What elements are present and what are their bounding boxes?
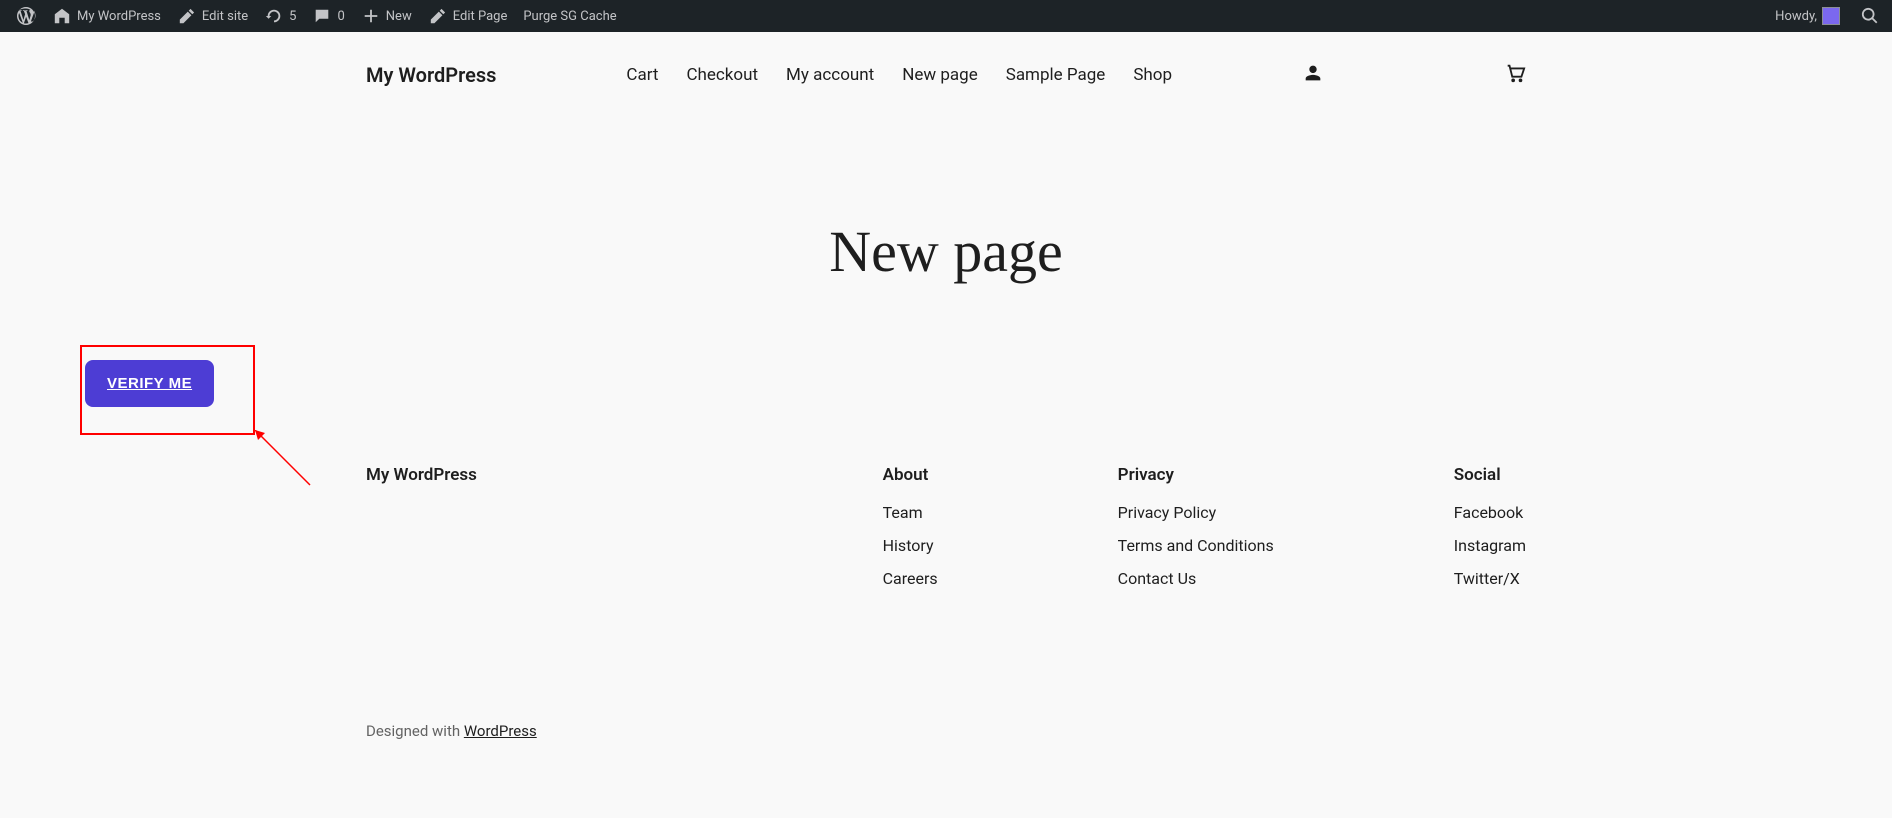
admin-comments-count: 0 <box>337 9 344 24</box>
footer-link-team[interactable]: Team <box>883 503 938 522</box>
admin-bar: My WordPress Edit site 5 0 New <box>0 0 1892 32</box>
site-header: My WordPress Cart Checkout My account Ne… <box>346 32 1546 118</box>
footer-about: About Team History Careers <box>883 465 938 602</box>
footer-privacy-heading: Privacy <box>1118 465 1274 485</box>
footer-columns: About Team History Careers Privacy Priva… <box>883 465 1526 602</box>
user-avatar <box>1822 7 1840 25</box>
wordpress-logo[interactable] <box>8 0 44 32</box>
admin-edit-site-label: Edit site <box>202 9 248 24</box>
annotation-arrow <box>255 430 315 490</box>
footer-link-privacy-policy[interactable]: Privacy Policy <box>1118 503 1274 522</box>
footer-link-terms[interactable]: Terms and Conditions <box>1118 536 1274 555</box>
search-link[interactable] <box>1856 0 1884 32</box>
footer-link-careers[interactable]: Careers <box>883 569 938 588</box>
site-footer: My WordPress About Team History Careers … <box>346 435 1546 632</box>
admin-purge-label: Purge SG Cache <box>523 9 616 24</box>
admin-edit-page-label: Edit Page <box>453 9 508 24</box>
admin-bar-left: My WordPress Edit site 5 0 New <box>8 0 625 32</box>
plus-icon <box>361 6 381 26</box>
nav-cart[interactable]: Cart <box>626 65 658 85</box>
footer-link-twitter[interactable]: Twitter/X <box>1454 569 1526 588</box>
bottom-footer: Designed with WordPress <box>346 702 1546 760</box>
pencil-icon <box>428 6 448 26</box>
edit-site-link[interactable]: Edit site <box>169 0 256 32</box>
main-nav: Cart Checkout My account New page Sample… <box>626 65 1172 85</box>
verify-container: VERIFY ME <box>85 360 214 407</box>
search-icon <box>1860 6 1880 26</box>
footer-link-facebook[interactable]: Facebook <box>1454 503 1526 522</box>
nav-new-page[interactable]: New page <box>902 65 978 85</box>
admin-bar-right: Howdy, <box>1767 0 1884 32</box>
purge-cache-link[interactable]: Purge SG Cache <box>515 0 624 32</box>
update-icon <box>264 6 284 26</box>
footer-link-history[interactable]: History <box>883 536 938 555</box>
footer-brand[interactable]: My WordPress <box>366 465 477 602</box>
page-title: New page <box>0 218 1892 285</box>
edit-page-link[interactable]: Edit Page <box>420 0 516 32</box>
credit-prefix: Designed with <box>366 722 464 740</box>
header-icons <box>1302 62 1526 88</box>
admin-updates-count: 5 <box>289 9 296 24</box>
footer-privacy: Privacy Privacy Policy Terms and Conditi… <box>1118 465 1274 602</box>
updates-link[interactable]: 5 <box>256 0 304 32</box>
nav-my-account[interactable]: My account <box>786 65 874 85</box>
wordpress-icon <box>16 6 36 26</box>
comments-link[interactable]: 0 <box>304 0 352 32</box>
footer-social-heading: Social <box>1454 465 1526 485</box>
site-title[interactable]: My WordPress <box>366 63 496 87</box>
verify-button[interactable]: VERIFY ME <box>85 360 214 407</box>
footer-link-instagram[interactable]: Instagram <box>1454 536 1526 555</box>
footer-social: Social Facebook Instagram Twitter/X <box>1454 465 1526 602</box>
home-icon <box>52 6 72 26</box>
howdy-link[interactable]: Howdy, <box>1767 0 1848 32</box>
new-link[interactable]: New <box>353 0 420 32</box>
comment-icon <box>312 6 332 26</box>
cart-icon[interactable] <box>1504 62 1526 88</box>
footer-link-contact[interactable]: Contact Us <box>1118 569 1274 588</box>
admin-howdy-label: Howdy, <box>1775 9 1817 24</box>
site-name-link[interactable]: My WordPress <box>44 0 169 32</box>
account-icon[interactable] <box>1302 62 1324 88</box>
nav-sample-page[interactable]: Sample Page <box>1006 65 1106 85</box>
edit-site-icon <box>177 6 197 26</box>
credit-link[interactable]: WordPress <box>464 722 537 740</box>
nav-shop[interactable]: Shop <box>1133 65 1172 85</box>
nav-checkout[interactable]: Checkout <box>686 65 758 85</box>
admin-site-name: My WordPress <box>77 9 161 24</box>
footer-about-heading: About <box>883 465 938 485</box>
admin-new-label: New <box>386 9 412 24</box>
